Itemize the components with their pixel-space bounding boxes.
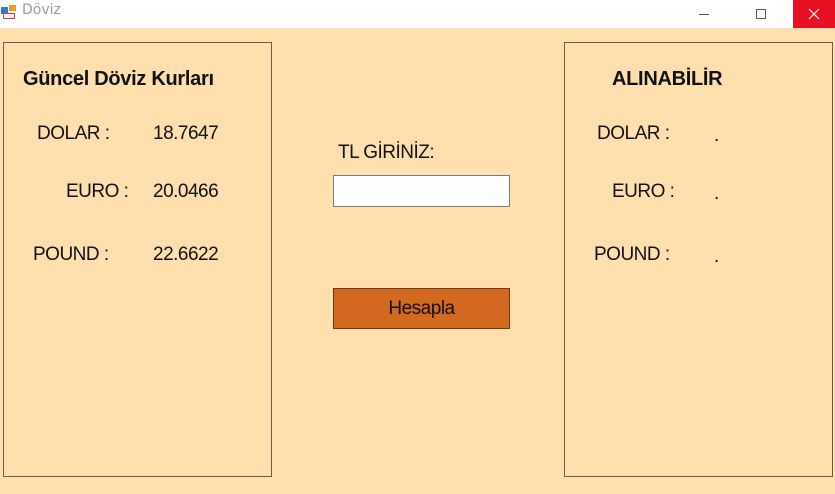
dolar-rate-value: 18.7647 bbox=[153, 123, 219, 144]
close-button[interactable] bbox=[793, 0, 835, 28]
form-client-area: Güncel Döviz Kurları DOLAR : 18.7647 EUR… bbox=[0, 28, 835, 494]
result-pound-label: POUND : bbox=[594, 244, 670, 265]
minimize-button[interactable] bbox=[681, 0, 727, 28]
result-dolar-value: . bbox=[714, 125, 719, 146]
pound-rate-value: 22.6622 bbox=[153, 244, 219, 265]
app-icon bbox=[1, 5, 16, 19]
pound-label: POUND : bbox=[33, 244, 109, 265]
close-icon bbox=[808, 8, 820, 20]
maximize-icon bbox=[756, 9, 766, 19]
rates-heading: Güncel Döviz Kurları bbox=[23, 68, 214, 90]
euro-label: EURO : bbox=[66, 181, 129, 202]
rates-panel: Güncel Döviz Kurları DOLAR : 18.7647 EUR… bbox=[3, 42, 272, 477]
result-euro-value: . bbox=[714, 183, 719, 204]
window-title: Döviz bbox=[22, 2, 61, 18]
result-heading: ALINABİLİR bbox=[612, 68, 723, 90]
minimize-icon bbox=[699, 14, 709, 15]
euro-rate-value: 20.0466 bbox=[153, 181, 219, 202]
title-bar: Döviz bbox=[0, 0, 835, 28]
tl-amount-input[interactable] bbox=[333, 175, 510, 207]
dolar-label: DOLAR : bbox=[37, 123, 110, 144]
maximize-button[interactable] bbox=[738, 0, 784, 28]
hesapla-button[interactable]: Hesapla bbox=[333, 288, 510, 329]
result-euro-label: EURO : bbox=[612, 181, 675, 202]
result-pound-value: . bbox=[714, 246, 719, 267]
result-dolar-label: DOLAR : bbox=[597, 123, 670, 144]
tl-input-label: TL GİRİNİZ: bbox=[338, 142, 435, 163]
result-panel: ALINABİLİR DOLAR : . EURO : . POUND : . bbox=[564, 42, 833, 477]
